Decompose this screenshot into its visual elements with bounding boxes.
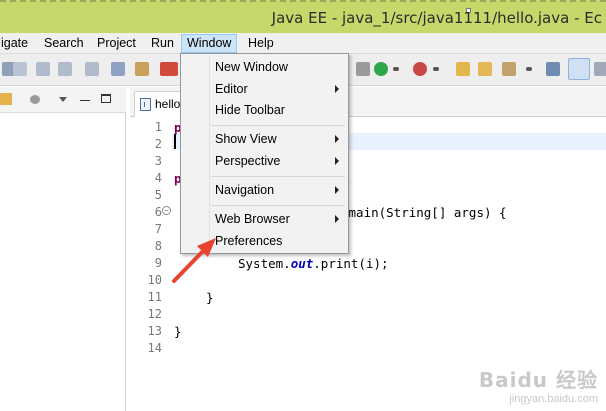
line-number: 6 [154, 205, 162, 219]
code-line-9: System.out.print(i); [238, 256, 389, 271]
view-menu-icon[interactable] [30, 95, 40, 104]
line-number: 5 [154, 188, 162, 202]
toolbar-icon-3[interactable] [36, 62, 50, 76]
menu-run[interactable]: Run [146, 34, 179, 53]
toolbar-icon-more[interactable] [594, 62, 606, 76]
submenu-arrow-icon [335, 135, 339, 143]
watermark-main: Baidu 经验 [478, 368, 598, 392]
menu-item-show-view[interactable]: Show View [215, 129, 277, 149]
submenu-arrow-icon [335, 186, 339, 194]
line-number: 1 [154, 120, 162, 134]
panel-header [0, 87, 126, 113]
menu-search[interactable]: Search [39, 34, 89, 53]
toolbar-icon-4[interactable] [58, 62, 72, 76]
title-bar: Java EE - java_1/src/java1111/hello.java… [0, 0, 606, 33]
brush-dropdown-icon[interactable] [526, 67, 532, 71]
external-dropdown-icon[interactable] [433, 67, 439, 71]
run-dropdown-icon[interactable] [393, 67, 399, 71]
code-line-13: } [174, 324, 182, 339]
menu-separator [211, 205, 345, 206]
minimize-icon[interactable] [80, 100, 90, 101]
menu-bar: igate Search Project Run Window Help [0, 33, 606, 54]
menu-separator [211, 125, 345, 126]
brush-icon[interactable] [502, 62, 516, 76]
menu-navigate[interactable]: igate [0, 34, 33, 53]
line-number: 8 [154, 239, 162, 253]
toolbar-icon-8[interactable] [160, 62, 178, 76]
menu-help[interactable]: Help [243, 34, 279, 53]
maximize-icon[interactable] [101, 94, 111, 103]
line-number: 13 [147, 324, 162, 338]
menu-item-navigation[interactable]: Navigation [215, 180, 274, 200]
toolbar-icon-7[interactable] [135, 62, 149, 76]
submenu-arrow-icon [335, 157, 339, 165]
menu-item-perspective[interactable]: Perspective [215, 151, 280, 171]
menu-project[interactable]: Project [92, 34, 141, 53]
link-editor-icon[interactable] [0, 93, 12, 105]
menu-icon-rail [209, 56, 210, 251]
toolbar-icon-9[interactable] [356, 62, 370, 76]
menu-item-web-browser[interactable]: Web Browser [215, 209, 290, 229]
package-explorer-panel [0, 87, 126, 411]
submenu-arrow-icon [335, 215, 339, 223]
code-line-6: main(String[] args) { [341, 205, 507, 220]
tab-label: hello [155, 97, 181, 111]
toolbar-icon-5[interactable] [85, 62, 99, 76]
menu-window[interactable]: Window [181, 34, 238, 53]
line-number: 14 [147, 341, 162, 355]
line-number: 2 [154, 137, 162, 151]
menu-item-editor[interactable]: Editor [215, 79, 248, 99]
toolbar-icon-2[interactable] [13, 62, 27, 76]
toolbar-icon-6[interactable] [111, 62, 125, 76]
highlight-toggle-icon[interactable] [568, 58, 590, 80]
pin-icon[interactable] [546, 62, 560, 76]
fold-collapse-icon[interactable]: − [162, 206, 171, 215]
menu-item-hide-toolbar[interactable]: Hide Toolbar [215, 100, 285, 120]
baidu-watermark: Baidu 经验 jingyan.baidu.com [479, 364, 598, 405]
watermark-url: jingyan.baidu.com [509, 393, 598, 405]
chevron-down-icon[interactable] [59, 97, 67, 102]
new-folder-icon[interactable] [456, 62, 470, 76]
submenu-arrow-icon [335, 85, 339, 93]
code-line-9-prefix: System. [238, 256, 291, 271]
line-number: 9 [154, 256, 162, 270]
open-folder-icon[interactable] [478, 62, 492, 76]
line-number: 10 [147, 273, 162, 287]
line-number: 3 [154, 154, 162, 168]
window-menu-dropdown: New Window Editor Hide Toolbar Show View… [180, 53, 349, 254]
window-title: Java EE - java_1/src/java1111/hello.java… [271, 9, 602, 27]
text-caret [174, 134, 176, 149]
java-file-icon [140, 98, 151, 111]
menu-item-preferences[interactable]: Preferences [215, 231, 282, 251]
line-number: 11 [147, 290, 162, 304]
menu-item-new-window[interactable]: New Window [215, 57, 288, 77]
menu-separator [211, 176, 345, 177]
code-line-11: } [206, 290, 214, 305]
line-number: 12 [147, 307, 162, 321]
line-number: 7 [154, 222, 162, 236]
line-number: 4 [154, 171, 162, 185]
code-line-9-suffix: .print(i); [313, 256, 389, 271]
run-icon[interactable] [374, 62, 388, 76]
code-line-9-field: out [290, 256, 314, 271]
external-tools-icon[interactable] [413, 62, 427, 76]
